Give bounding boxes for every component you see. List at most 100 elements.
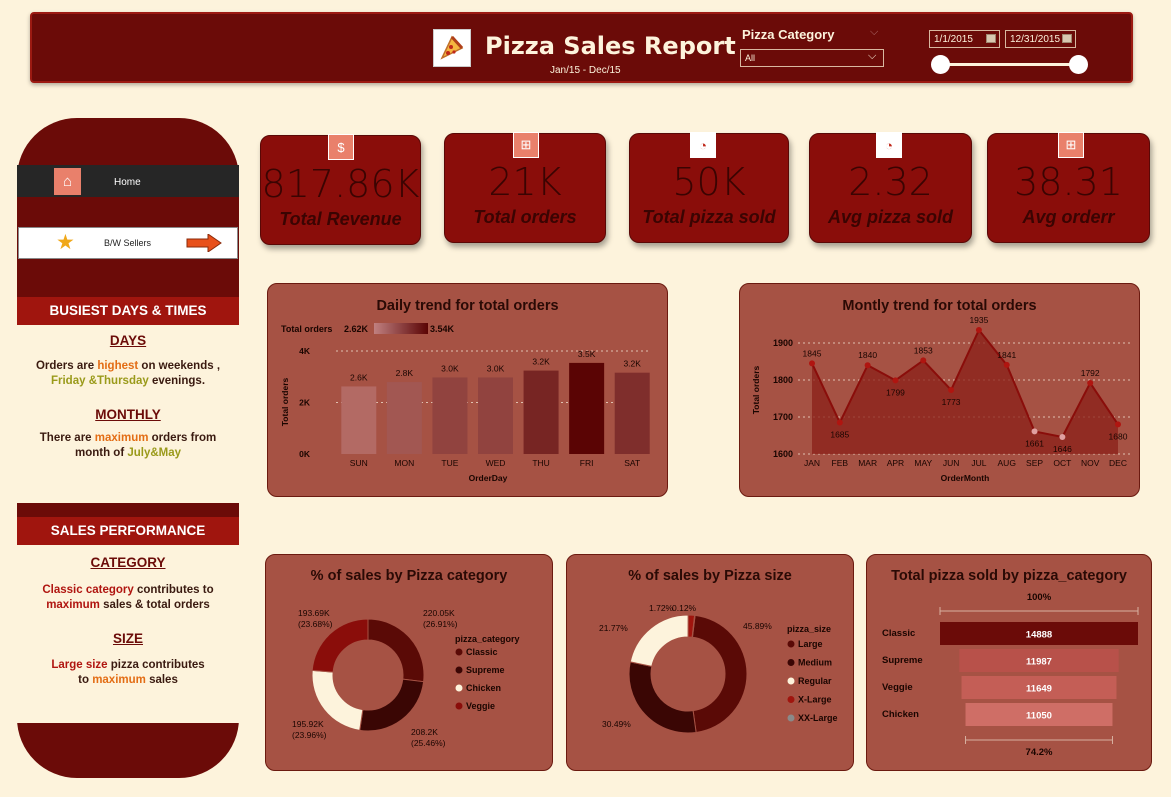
legend-marker bbox=[787, 659, 795, 666]
size-donut-chart: 45.89% 30.49% 21.77% 1.72%0.12% pizza_size La… bbox=[599, 603, 838, 734]
category-filter-label: Pizza Category bbox=[742, 27, 835, 42]
cart-icon: ⊞ bbox=[1058, 132, 1084, 158]
monthly-title: MONTHLY bbox=[95, 407, 161, 422]
pizza-icon: ◔ bbox=[690, 132, 716, 158]
legend-max: 3.54K bbox=[430, 324, 455, 334]
nav-home-label[interactable]: Home bbox=[114, 177, 141, 188]
data-label: 0.12% bbox=[672, 603, 697, 613]
legend-marker bbox=[787, 714, 795, 722]
legend-item: Chicken bbox=[466, 683, 501, 693]
data-label: 1840 bbox=[858, 350, 877, 360]
category-label: Supreme bbox=[882, 655, 923, 666]
data-label: 45.89% bbox=[743, 621, 772, 631]
x-tick-label: MAY bbox=[914, 458, 932, 468]
legend-gradient bbox=[374, 323, 428, 334]
data-label: 1685 bbox=[830, 430, 849, 440]
arrow-right-icon[interactable] bbox=[186, 234, 222, 252]
legend-title: pizza_size bbox=[787, 624, 831, 634]
data-point bbox=[809, 360, 815, 367]
data-label: 1841 bbox=[997, 350, 1016, 360]
data-label: 3.5K bbox=[578, 349, 596, 359]
end-date-input[interactable]: 12/31/2015 bbox=[1005, 30, 1076, 48]
bar bbox=[478, 377, 513, 454]
busiest-section: DAYS Orders are highest on weekends , Fr… bbox=[17, 325, 239, 503]
pie-slice bbox=[691, 614, 748, 734]
data-label: 1773 bbox=[942, 397, 961, 407]
x-tick-label: JUL bbox=[971, 458, 986, 468]
data-label: 195.92K bbox=[292, 719, 324, 729]
y-axis-label: Total orders bbox=[751, 365, 761, 414]
monthly-text: There are maximum orders from month of J… bbox=[39, 432, 217, 459]
data-label: 2.6K bbox=[350, 372, 368, 382]
legend-item: Supreme bbox=[466, 665, 505, 675]
legend-title: pizza_category bbox=[455, 634, 520, 644]
data-label: 1680 bbox=[1109, 431, 1128, 441]
start-date-value: 1/1/2015 bbox=[934, 34, 973, 45]
x-tick-label: OCT bbox=[1053, 458, 1071, 468]
data-label: 11987 bbox=[1026, 657, 1052, 668]
x-tick-label: MON bbox=[394, 458, 414, 468]
home-icon[interactable]: ⌂ bbox=[54, 168, 81, 195]
nav-sellers-label[interactable]: B/W Sellers bbox=[104, 238, 151, 248]
data-label: 2.8K bbox=[396, 368, 414, 378]
pie-slice bbox=[367, 618, 425, 683]
date-range-subtitle: Jan/15 - Dec/15 bbox=[550, 65, 621, 76]
star-icon: ★ bbox=[56, 231, 75, 254]
pizza-icon: ◔ bbox=[876, 132, 902, 158]
chevron-down-icon[interactable]: ⌵ bbox=[870, 26, 878, 39]
x-tick-label: FEB bbox=[832, 458, 849, 468]
date-slider-track[interactable] bbox=[940, 63, 1078, 66]
date-slider-start-handle[interactable] bbox=[931, 55, 950, 74]
data-label-pct: (26.91%) bbox=[423, 619, 458, 629]
date-slider-end-handle[interactable] bbox=[1069, 55, 1088, 74]
legend-item: Regular bbox=[798, 676, 832, 686]
daily-trend-panel: Daily trend for total orders Total order… bbox=[267, 283, 668, 497]
legend-marker bbox=[455, 648, 463, 656]
calendar-icon[interactable] bbox=[986, 34, 996, 43]
data-label-pct: (23.68%) bbox=[298, 619, 333, 629]
monthly-trend-panel: Montly trend for total orders 1600 1700 18… bbox=[739, 283, 1140, 497]
kpi-label: Total pizza sold bbox=[642, 207, 776, 227]
x-tick-label: SUN bbox=[350, 458, 368, 468]
pie-slice bbox=[629, 614, 689, 667]
performance-section-header: SALES PERFORMANCE bbox=[17, 517, 239, 545]
size-text: Large size pizza contributes to maximum … bbox=[51, 659, 205, 686]
kpi-card-avg-pizza: ◔ 2.32 Avg pizza sold bbox=[809, 132, 972, 243]
category-select[interactable]: All bbox=[740, 49, 884, 67]
data-point bbox=[892, 377, 899, 384]
bar bbox=[523, 370, 559, 454]
data-point bbox=[1115, 421, 1121, 428]
pie-slice bbox=[359, 678, 425, 732]
data-label: 3.2K bbox=[532, 357, 550, 367]
data-point bbox=[1087, 379, 1094, 386]
x-tick-label: FRI bbox=[580, 458, 594, 468]
x-tick-label: DEC bbox=[1109, 458, 1127, 468]
legend-item: Large bbox=[798, 639, 823, 649]
data-label: 14888 bbox=[1026, 630, 1052, 641]
y-tick-label: 1700 bbox=[773, 412, 793, 422]
kpi-label: Avg pizza sold bbox=[827, 207, 953, 227]
bar bbox=[432, 377, 468, 454]
start-date-input[interactable]: 1/1/2015 bbox=[929, 30, 1000, 48]
kpi-value: 21K bbox=[488, 160, 562, 204]
select-chevron-icon[interactable]: ⌵ bbox=[868, 50, 876, 63]
days-title: DAYS bbox=[109, 333, 147, 348]
data-label: 21.77% bbox=[599, 623, 628, 633]
size-sales-panel: % of sales by Pizza size 45.89% 30.49% 21.… bbox=[566, 554, 854, 771]
legend-marker bbox=[787, 677, 795, 685]
bar bbox=[569, 362, 605, 454]
data-label: 1.72% bbox=[649, 603, 674, 613]
kpi-value: 50K bbox=[672, 160, 746, 204]
kpi-value: 817.86K bbox=[261, 162, 420, 206]
series-area bbox=[812, 330, 1118, 454]
data-label: 30.49% bbox=[602, 719, 631, 729]
y-tick-label: 4K bbox=[299, 346, 311, 356]
calendar-icon[interactable] bbox=[1062, 34, 1072, 43]
data-label: 1935 bbox=[969, 315, 988, 325]
data-point bbox=[975, 327, 982, 334]
category-donut-chart: 220.05K(26.91%)208.2K(25.46%)195.92K(23.… bbox=[292, 608, 520, 748]
legend-marker bbox=[455, 684, 463, 692]
data-label: 1845 bbox=[803, 348, 822, 358]
x-tick-label: JUN bbox=[943, 458, 960, 468]
pizza-sold-funnel-chart: 100% 14888 Classic 11987 Supreme 11649 Veggie 1… bbox=[882, 592, 1139, 758]
